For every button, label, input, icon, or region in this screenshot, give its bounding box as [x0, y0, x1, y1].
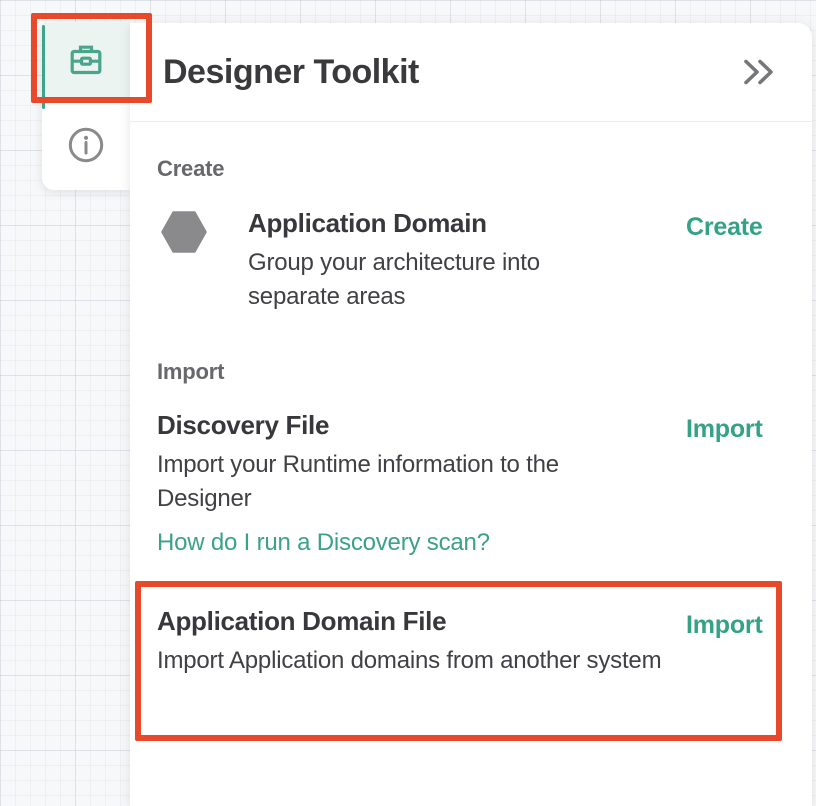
sidebar-tab-toolkit[interactable] [42, 22, 130, 100]
collapse-panel-button[interactable] [740, 56, 778, 88]
discovery-scan-help-link[interactable]: How do I run a Discovery scan? [157, 529, 784, 556]
double-chevron-right-icon [740, 56, 778, 88]
active-tab-indicator [42, 25, 45, 109]
item-description: Import your Runtime information to the D… [157, 448, 657, 516]
application-domain-text: Application Domain Group your architectu… [248, 208, 608, 314]
section-label-create: Create [157, 157, 784, 181]
briefcase-icon [66, 41, 106, 81]
discovery-file-item: Discovery File Import your Runtime infor… [157, 410, 784, 556]
item-title: Application Domain [248, 208, 608, 239]
application-domain-item: Application Domain Group your architectu… [157, 208, 784, 314]
item-description: Import Application domains from another … [157, 644, 667, 678]
toolkit-sidebar [42, 22, 130, 190]
create-application-domain-button[interactable]: Create [686, 213, 763, 242]
panel-content: Create Application Domain Group your arc… [130, 122, 812, 678]
sidebar-tab-info[interactable] [42, 100, 130, 190]
application-domain-file-item: Application Domain File Import Applicati… [157, 606, 784, 678]
designer-toolkit-panel: Designer Toolkit Create [130, 23, 812, 806]
item-description: Group your architecture into separate ar… [248, 246, 608, 314]
import-application-domain-file-button[interactable]: Import [686, 611, 763, 640]
panel-title: Designer Toolkit [163, 53, 419, 92]
hexagon-icon [161, 211, 207, 253]
info-icon [66, 125, 106, 165]
panel-header: Designer Toolkit [130, 23, 812, 122]
design-canvas: Designer Toolkit Create [0, 0, 816, 806]
section-label-import: Import [157, 360, 784, 384]
import-discovery-file-button[interactable]: Import [686, 415, 763, 444]
